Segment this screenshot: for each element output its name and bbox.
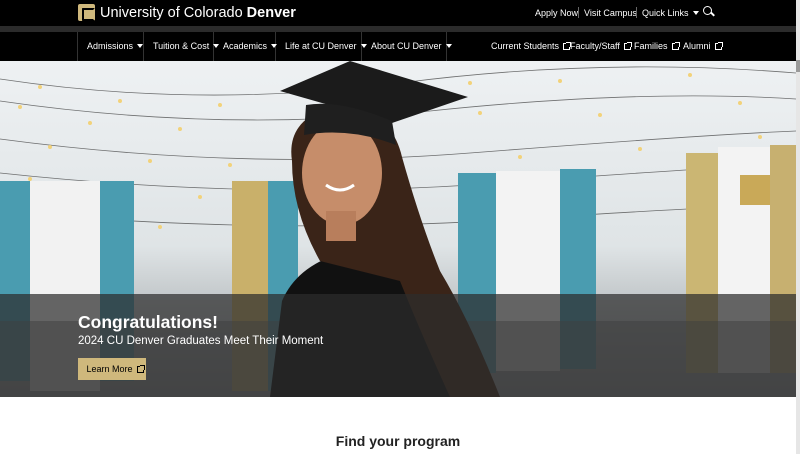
brand-denver: Denver: [246, 5, 296, 21]
audience-label: Current Students: [491, 41, 560, 51]
scrollbar-thumb[interactable]: [796, 60, 800, 72]
nav-item-tuition-cost[interactable]: Tuition & Cost: [144, 32, 220, 61]
nav-item-about-cu-denver[interactable]: About CU Denver: [362, 32, 452, 61]
find-your-program-heading: Find your program: [335, 433, 461, 449]
nav-item-life-at-cu-denver[interactable]: Life at CU Denver: [276, 32, 367, 61]
brand-prefix: University of Colorado: [100, 5, 247, 21]
external-link-icon: [671, 42, 680, 50]
main-navigation: Admissions Tuition & Cost Academics Life…: [0, 32, 796, 61]
nav-label: About CU Denver: [371, 41, 442, 51]
nav-label: Academics: [223, 41, 268, 51]
nav-item-admissions[interactable]: Admissions: [77, 32, 144, 61]
hero-subtitle: 2024 CU Denver Graduates Meet Their Mome…: [78, 335, 324, 347]
families-link[interactable]: Families: [634, 32, 680, 61]
utility-divider: [578, 7, 579, 18]
nav-label: Admissions: [87, 41, 134, 51]
audience-label: Alumni: [683, 41, 711, 51]
top-utility-bar: University of Colorado Denver Apply Now …: [0, 0, 796, 26]
audience-label: Families: [634, 41, 668, 51]
hero-banner: Congratulations! 2024 CU Denver Graduate…: [0, 61, 796, 397]
nav-label: Tuition & Cost: [153, 41, 210, 51]
visit-campus-link[interactable]: Visit Campus: [584, 7, 637, 19]
learn-more-button[interactable]: Learn More: [78, 358, 146, 380]
learn-more-label: Learn More: [86, 364, 133, 374]
search-icon[interactable]: [703, 6, 714, 17]
chevron-down-icon: [137, 44, 144, 48]
alumni-link[interactable]: Alumni: [683, 32, 723, 61]
external-link-icon: [136, 365, 145, 373]
nav-item-academics[interactable]: Academics: [214, 32, 278, 61]
chevron-down-icon: [445, 44, 452, 48]
apply-now-link[interactable]: Apply Now: [535, 7, 578, 19]
quick-links-label: Quick Links: [642, 8, 689, 18]
audience-label: Faculty/Staff: [570, 41, 620, 51]
quick-links-dropdown[interactable]: Quick Links: [642, 7, 699, 19]
external-link-icon: [623, 42, 632, 50]
current-students-link[interactable]: Current Students: [491, 32, 572, 61]
university-brand-link[interactable]: University of Colorado Denver: [100, 4, 296, 22]
external-link-icon: [714, 42, 723, 50]
cu-logo-icon[interactable]: [78, 4, 95, 21]
faculty-staff-link[interactable]: Faculty/Staff: [570, 32, 632, 61]
external-link-icon: [563, 42, 572, 50]
chevron-down-icon: [692, 11, 699, 15]
utility-divider: [636, 7, 637, 18]
nav-label: Life at CU Denver: [285, 41, 357, 51]
hero-title: Congratulations!: [78, 312, 218, 332]
